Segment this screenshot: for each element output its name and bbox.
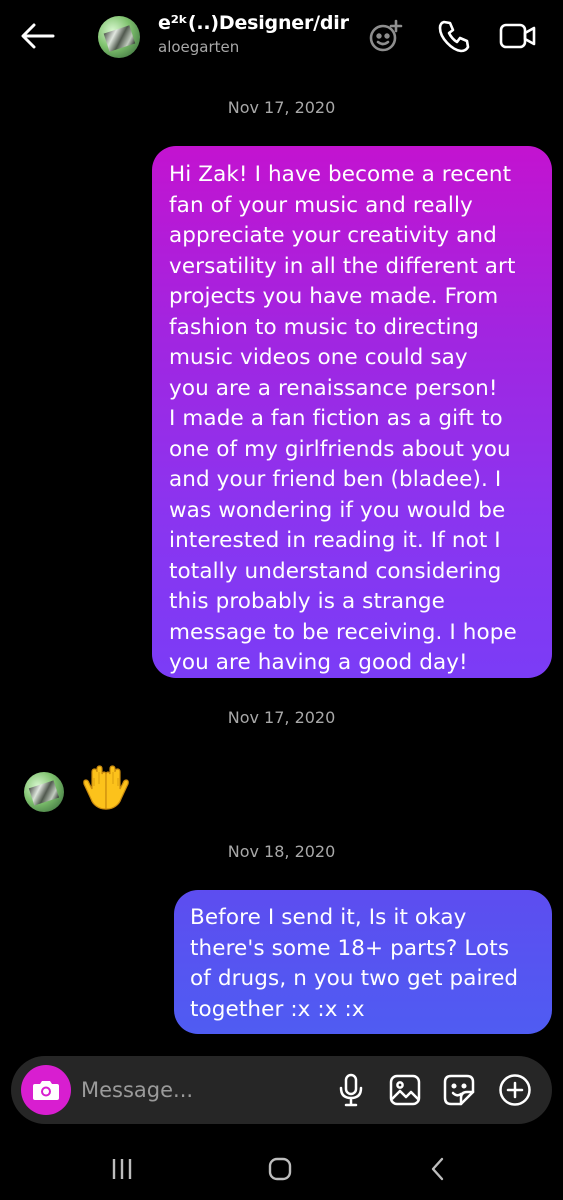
message-line: music videos one could say (169, 345, 468, 370)
message-line: totally understand considering (169, 558, 502, 584)
message-line: was wondering if you would be (169, 497, 506, 523)
video-effects-icon[interactable] (366, 16, 406, 56)
message-line: one of my girlfriends about you (169, 436, 511, 462)
date-separator: Nov 17, 2020 (227, 708, 336, 727)
message-line: Hi Zak! I have become a recent (169, 162, 512, 187)
message-input[interactable] (81, 1074, 301, 1106)
sent-message-bubble[interactable]: Before I send it, Is it okay there's som… (174, 890, 552, 1034)
contact-handle[interactable]: aloegarten (158, 38, 239, 56)
message-line: Before I send it, Is it okay (190, 905, 467, 930)
message-line: there's some 18+ parts? Lots (190, 935, 510, 961)
message-line: you are having a good day! (169, 650, 468, 675)
gallery-icon[interactable] (387, 1072, 423, 1108)
microphone-icon[interactable] (333, 1072, 369, 1108)
message-line: appreciate your creativity and (169, 223, 497, 248)
message-line: projects you have made. From (169, 284, 499, 309)
recents-icon[interactable] (106, 1154, 138, 1184)
nav-back-icon[interactable] (422, 1154, 454, 1184)
message-line: together :x :x :x (190, 996, 365, 1022)
message-line: I made a fan fiction as a gift to (169, 406, 503, 431)
message-line: fan of your music and really (169, 192, 473, 218)
sender-avatar[interactable] (24, 772, 64, 812)
phone-icon[interactable] (434, 16, 474, 56)
sent-message-bubble[interactable]: Hi Zak! I have become a recent fan of yo… (152, 146, 552, 678)
message-line: interested in reading it. If not I (169, 528, 501, 553)
message-line: versatility in all the different art (169, 253, 516, 279)
contact-avatar[interactable] (98, 16, 140, 58)
message-line: you are a renaissance person! (169, 375, 498, 401)
conversation-header: e²ᵏ(..)Designer/dir aloegarten (0, 0, 563, 80)
date-separator: Nov 17, 2020 (227, 98, 336, 117)
video-camera-icon[interactable] (498, 16, 538, 56)
palms-up-emoji-message[interactable] (80, 762, 132, 814)
date-separator: Nov 18, 2020 (227, 842, 336, 861)
camera-button[interactable] (21, 1065, 71, 1115)
home-icon[interactable] (264, 1154, 296, 1184)
message-line: of drugs, n you two get paired (190, 966, 519, 991)
message-line: fashion to music to directing (169, 314, 480, 340)
contact-name[interactable]: e²ᵏ(..)Designer/dir (158, 12, 349, 34)
palms-up-together-icon (83, 765, 129, 810)
message-line: and your friend ben (bladee). I (169, 467, 502, 492)
message-line: message to be receiving. I hope (169, 619, 517, 645)
message-line: this probably is a strange (169, 589, 446, 614)
back-arrow-icon[interactable] (18, 18, 58, 54)
sticker-icon[interactable] (441, 1072, 477, 1108)
system-navigation-bar (0, 1136, 563, 1200)
camera-icon (33, 1081, 59, 1100)
add-icon[interactable] (497, 1072, 533, 1108)
message-composer (11, 1056, 552, 1124)
